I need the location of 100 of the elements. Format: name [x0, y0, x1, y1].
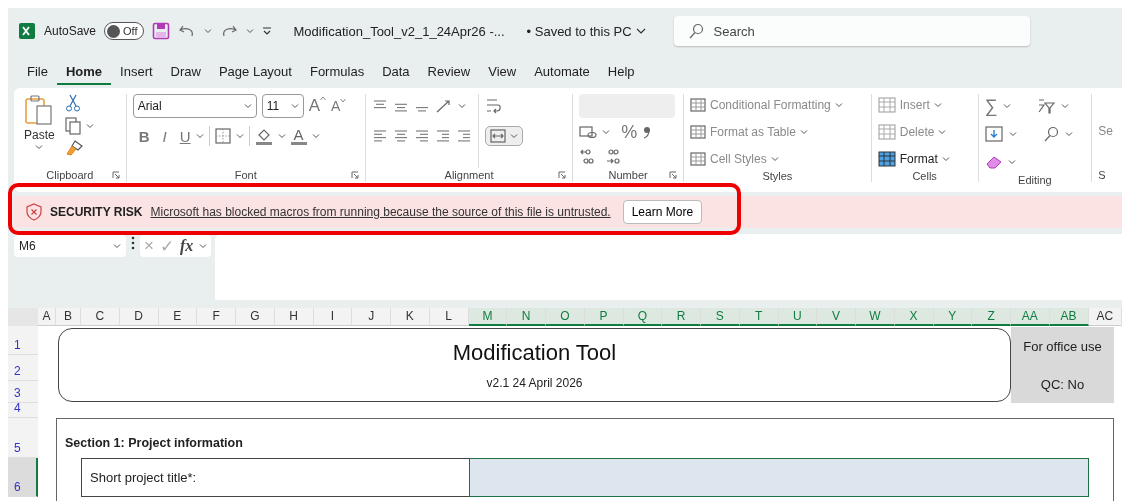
search-icon[interactable]: [687, 23, 704, 39]
ribbon-tab[interactable]: Formulas: [300, 57, 374, 85]
ribbon-tab[interactable]: View: [479, 57, 526, 85]
name-box[interactable]: M6: [14, 235, 126, 257]
search-field[interactable]: Search: [673, 16, 1030, 46]
message-link[interactable]: Microsoft has blocked macros from running because the source of this file is untrusted.: [150, 205, 611, 219]
caret-icon[interactable]: [457, 103, 466, 109]
ribbon-tab[interactable]: Draw: [161, 57, 210, 85]
align-right-icon[interactable]: [413, 129, 430, 143]
column-header[interactable]: E: [158, 308, 198, 326]
caret-icon[interactable]: [243, 103, 252, 109]
caret-icon[interactable]: [941, 156, 950, 162]
column-header[interactable]: L: [429, 308, 469, 326]
ribbon-tab[interactable]: Review: [418, 57, 480, 85]
ribbon-tab[interactable]: Help: [598, 57, 644, 85]
dialog-launcher-icon[interactable]: [558, 171, 567, 179]
column-header[interactable]: Q: [623, 308, 663, 326]
row-header[interactable]: 4: [8, 403, 38, 418]
ribbon-tab[interactable]: File: [18, 57, 57, 85]
caret-icon[interactable]: [245, 28, 254, 34]
caret-icon[interactable]: [509, 133, 518, 139]
ribbon-tab[interactable]: Automate: [525, 57, 599, 85]
caret-icon[interactable]: [277, 133, 286, 139]
caret-icon[interactable]: [602, 129, 611, 135]
paste-button[interactable]: Paste: [20, 94, 59, 168]
font-color-button[interactable]: A: [290, 127, 307, 145]
dialog-launcher-icon[interactable]: [669, 171, 677, 179]
paint-bucket-icon[interactable]: [254, 127, 273, 145]
ribbon-tab[interactable]: Page Layout: [209, 57, 301, 85]
merge-button[interactable]: [484, 126, 523, 146]
clipboard-icon[interactable]: [24, 94, 55, 126]
orientation-icon[interactable]: [434, 98, 453, 114]
column-header[interactable]: AB: [1049, 308, 1089, 326]
align-left-icon[interactable]: [371, 129, 388, 143]
column-header[interactable]: N: [507, 308, 546, 326]
caret-icon[interactable]: [311, 133, 320, 139]
column-header[interactable]: C: [81, 308, 120, 326]
column-header[interactable]: P: [584, 308, 624, 326]
scissors-icon[interactable]: [64, 94, 81, 112]
autosum-button[interactable]: ∑: [984, 95, 998, 117]
column-header[interactable]: K: [391, 308, 430, 326]
caret-icon[interactable]: [1008, 131, 1017, 137]
ribbon-tab[interactable]: Data: [373, 57, 419, 85]
input-cell[interactable]: [468, 458, 1089, 497]
merge-icon[interactable]: [489, 129, 506, 143]
column-header[interactable]: G: [236, 308, 275, 326]
chevron-down-icon[interactable]: [635, 27, 646, 35]
shrink-font-button[interactable]: A: [331, 98, 347, 114]
column-header[interactable]: O: [546, 308, 585, 326]
column-header[interactable]: X: [894, 308, 934, 326]
bold-button[interactable]: B: [138, 127, 150, 145]
column-header[interactable]: A: [38, 308, 56, 326]
wrap-text-icon[interactable]: [484, 97, 501, 115]
caret-icon[interactable]: [35, 144, 44, 150]
dialog-launcher-icon[interactable]: [350, 171, 359, 179]
autosave-toggle[interactable]: Off: [104, 22, 144, 40]
column-header[interactable]: M: [468, 308, 508, 326]
caret-icon[interactable]: [1061, 103, 1070, 109]
search-icon[interactable]: [1042, 126, 1059, 142]
sort-filter-icon[interactable]: [1037, 98, 1056, 114]
cells-menu-button[interactable]: Format: [877, 148, 972, 170]
undo-icon[interactable]: [177, 23, 196, 39]
ribbon-tab[interactable]: Insert: [111, 57, 162, 85]
column-header[interactable]: I: [313, 308, 353, 326]
italic-button[interactable]: I: [162, 127, 167, 145]
save-icon[interactable]: [151, 22, 170, 40]
insert-function-button[interactable]: fx: [179, 237, 194, 255]
comma-style-icon[interactable]: [642, 124, 653, 140]
column-header[interactable]: R: [662, 308, 701, 326]
caret-icon[interactable]: [113, 243, 121, 249]
row-header[interactable]: 5: [8, 418, 38, 458]
column-header[interactable]: D: [119, 308, 159, 326]
caret-icon[interactable]: [235, 133, 244, 139]
caret-icon[interactable]: [1064, 131, 1073, 137]
accounting-format-icon[interactable]: [579, 125, 598, 139]
caret-icon[interactable]: [1007, 159, 1016, 165]
caret-icon[interactable]: [195, 133, 204, 139]
grow-font-button[interactable]: A: [308, 96, 327, 116]
formula-input[interactable]: [215, 234, 1122, 300]
font-family-dropdown[interactable]: Arial: [132, 94, 257, 118]
column-header[interactable]: H: [274, 308, 314, 326]
percent-button[interactable]: %: [621, 121, 638, 143]
eraser-icon[interactable]: [984, 154, 1003, 170]
row-header[interactable]: 3: [8, 381, 38, 403]
learn-more-button[interactable]: Learn More: [622, 200, 703, 224]
column-header[interactable]: V: [817, 308, 856, 326]
row-header[interactable]: 2: [8, 355, 38, 381]
column-header[interactable]: J: [352, 308, 391, 326]
dialog-launcher-icon[interactable]: [111, 171, 120, 179]
column-header[interactable]: B: [56, 308, 81, 326]
underline-button[interactable]: U: [179, 127, 191, 145]
paintbrush-icon[interactable]: [64, 140, 83, 156]
row-header[interactable]: 1: [8, 326, 38, 355]
column-header[interactable]: Z: [972, 308, 1011, 326]
column-header[interactable]: W: [856, 308, 895, 326]
increase-indent-icon[interactable]: [455, 129, 472, 143]
ribbon-tab[interactable]: Home: [56, 57, 112, 85]
column-header[interactable]: S: [701, 308, 740, 326]
column-header[interactable]: Y: [933, 308, 973, 326]
font-size-dropdown[interactable]: 11: [261, 94, 304, 118]
